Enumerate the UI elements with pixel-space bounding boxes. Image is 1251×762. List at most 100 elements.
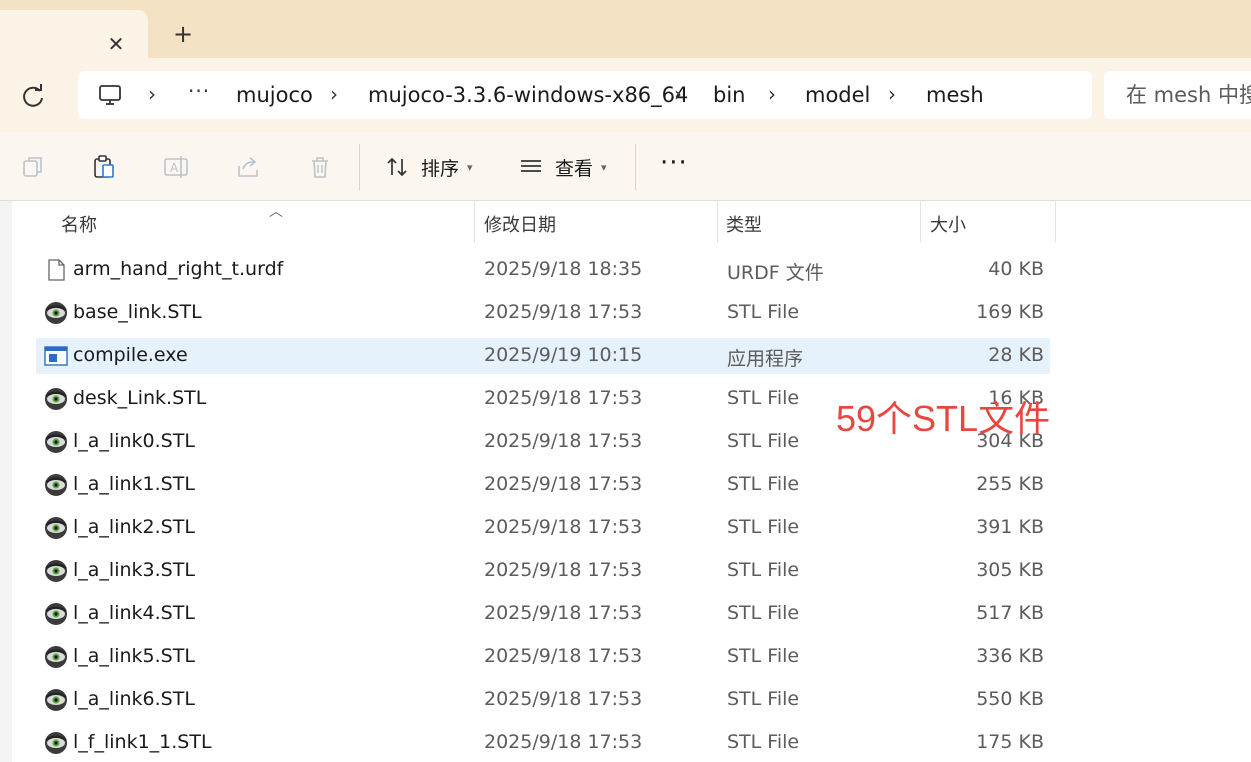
chevron-down-icon: ▾	[601, 160, 607, 174]
chevron-down-icon: ▾	[467, 160, 473, 174]
file-size: 255 KB	[976, 473, 1044, 495]
view-button[interactable]: 查看 ▾	[519, 152, 607, 182]
breadcrumb-mesh[interactable]: mesh	[926, 82, 984, 108]
file-size: 28 KB	[988, 344, 1044, 366]
chevron-right-icon[interactable]: ›	[674, 82, 682, 108]
file-type: STL File	[727, 387, 800, 409]
chevron-right-icon[interactable]: ›	[330, 82, 338, 108]
stl-viewer-icon	[44, 301, 68, 325]
stl-viewer-icon	[44, 645, 68, 669]
file-size: 336 KB	[976, 645, 1044, 667]
stl-viewer-icon	[44, 559, 68, 583]
breadcrumb-mujoco-version[interactable]: mujoco-3.3.6-windows-x86_64	[368, 82, 688, 108]
delete-icon[interactable]	[307, 154, 333, 180]
file-type: STL File	[727, 559, 800, 581]
file-type: STL File	[727, 473, 800, 495]
file-type: STL File	[727, 645, 800, 667]
annotation-text: 59个STL文件	[836, 398, 1051, 439]
file-type: STL File	[727, 516, 800, 538]
column-header-row: ︿ 名称 修改日期 类型 大小	[12, 201, 1251, 243]
chevron-right-icon[interactable]: ›	[888, 82, 896, 108]
document-icon	[44, 258, 68, 282]
file-size: 40 KB	[988, 258, 1044, 280]
command-bar: A 排序 ▾ 查看 ▾ ···	[0, 132, 1251, 201]
stl-viewer-icon	[44, 387, 68, 411]
address-row: › ··· mujoco › mujoco-3.3.6-windows-x86_…	[0, 58, 1251, 132]
search-box[interactable]: 在 mesh 中搜	[1104, 71, 1251, 119]
file-date-modified: 2025/9/18 17:53	[484, 645, 643, 667]
stl-viewer-icon	[44, 688, 68, 712]
file-row[interactable]: l_a_link5.STL 2025/9/18 17:53 STL File 336 …	[36, 639, 1050, 675]
file-size: 517 KB	[976, 602, 1044, 624]
file-name: base_link.STL	[73, 301, 202, 323]
column-header-type[interactable]: 类型	[726, 211, 762, 237]
toolbar-divider	[359, 144, 360, 190]
navigation-pane-edge	[0, 201, 12, 762]
share-icon[interactable]	[235, 154, 261, 180]
file-name: arm_hand_right_t.urdf	[73, 258, 284, 280]
file-name: l_a_link0.STL	[73, 430, 195, 452]
copy-icon[interactable]	[20, 154, 46, 180]
address-bar[interactable]: › ··· mujoco › mujoco-3.3.6-windows-x86_…	[78, 71, 1092, 119]
file-row[interactable]: l_a_link3.STL 2025/9/18 17:53 STL File 305 …	[36, 553, 1050, 589]
file-date-modified: 2025/9/18 17:53	[484, 430, 643, 452]
file-type: STL File	[727, 430, 800, 452]
file-name: compile.exe	[73, 344, 188, 366]
stl-viewer-icon	[44, 516, 68, 540]
chevron-right-icon[interactable]: ›	[148, 82, 156, 108]
file-row[interactable]: l_a_link6.STL 2025/9/18 17:53 STL File 550 …	[36, 682, 1050, 718]
file-row[interactable]: l_a_link4.STL 2025/9/18 17:53 STL File 517 …	[36, 596, 1050, 632]
view-list-icon	[521, 160, 541, 172]
file-name: l_a_link2.STL	[73, 516, 195, 538]
toolbar-divider	[635, 144, 636, 190]
refresh-icon[interactable]	[18, 82, 48, 112]
sort-button[interactable]: 排序 ▾	[385, 152, 473, 182]
sort-label: 排序	[421, 157, 460, 180]
close-tab-icon[interactable]: ✕	[104, 32, 128, 56]
file-name: l_a_link1.STL	[73, 473, 195, 495]
stl-viewer-icon	[44, 602, 68, 626]
file-row[interactable]: l_f_link1_1.STL 2025/9/18 17:53 STL File 17…	[36, 725, 1050, 761]
breadcrumb-mujoco[interactable]: mujoco	[236, 82, 313, 108]
file-row[interactable]: base_link.STL 2025/9/18 17:53 STL File 169 …	[36, 295, 1050, 331]
file-type: STL File	[727, 688, 800, 710]
application-icon	[44, 344, 68, 368]
rename-icon[interactable]: A	[163, 154, 189, 180]
file-row[interactable]: l_a_link1.STL 2025/9/18 17:53 STL File 255 …	[36, 467, 1050, 503]
column-divider[interactable]	[920, 201, 921, 243]
file-name: l_a_link4.STL	[73, 602, 195, 624]
chevron-right-icon[interactable]: ›	[768, 82, 776, 108]
column-divider[interactable]	[474, 201, 475, 243]
file-date-modified: 2025/9/18 17:53	[484, 301, 643, 323]
breadcrumb-model[interactable]: model	[805, 82, 870, 108]
sort-ascending-icon: ︿	[269, 204, 283, 220]
column-header-name[interactable]: 名称	[61, 211, 97, 237]
tab-strip: ✕ +	[0, 0, 1251, 66]
file-row[interactable]: compile.exe 2025/9/19 10:15 应用程序 28 KB	[36, 338, 1050, 374]
file-row[interactable]: l_a_link2.STL 2025/9/18 17:53 STL File 391 …	[36, 510, 1050, 546]
breadcrumb-bin[interactable]: bin	[713, 82, 745, 108]
search-placeholder: 在 mesh 中搜	[1126, 83, 1251, 107]
column-divider[interactable]	[717, 201, 718, 243]
file-date-modified: 2025/9/18 17:53	[484, 688, 643, 710]
stl-viewer-icon	[44, 473, 68, 497]
file-size: 550 KB	[976, 688, 1044, 710]
file-date-modified: 2025/9/18 18:35	[484, 258, 643, 280]
stl-viewer-icon	[44, 731, 68, 755]
stl-viewer-icon	[44, 430, 68, 454]
file-size: 305 KB	[976, 559, 1044, 581]
more-options-button[interactable]: ···	[660, 150, 688, 176]
column-header-size[interactable]: 大小	[930, 211, 966, 237]
new-tab-button[interactable]: +	[170, 22, 196, 48]
file-size: 175 KB	[976, 731, 1044, 753]
sort-icon	[387, 157, 407, 177]
column-divider[interactable]	[1055, 201, 1056, 243]
file-row[interactable]: arm_hand_right_t.urdf 2025/9/18 18:35 URDF…	[36, 252, 1050, 288]
file-date-modified: 2025/9/18 17:53	[484, 516, 643, 538]
paste-icon[interactable]	[91, 154, 117, 180]
column-header-modified[interactable]: 修改日期	[484, 211, 556, 237]
file-size: 391 KB	[976, 516, 1044, 538]
breadcrumb-overflow[interactable]: ···	[188, 79, 210, 103]
computer-icon[interactable]	[98, 83, 122, 107]
file-date-modified: 2025/9/18 17:53	[484, 387, 643, 409]
